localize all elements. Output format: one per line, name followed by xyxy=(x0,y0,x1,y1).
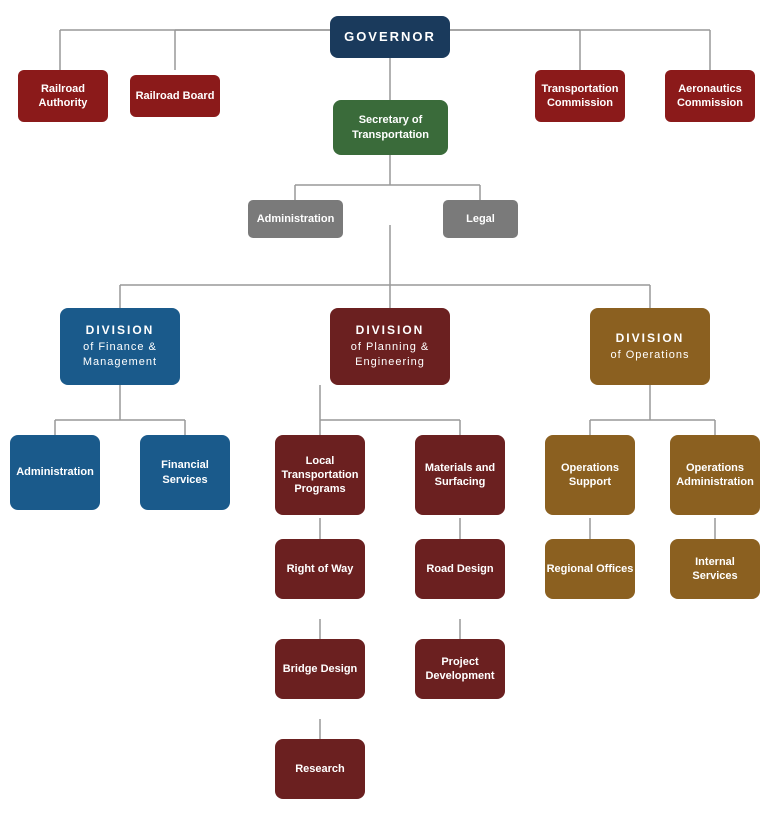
operations-admin-node: OperationsAdministration xyxy=(670,435,760,515)
internal-services-node: InternalServices xyxy=(670,539,760,599)
administration-top-node: Administration xyxy=(248,200,343,238)
governor-node: GOVERNOR xyxy=(330,16,450,58)
aeronautics-commission-node: AeronauticsCommission xyxy=(665,70,755,122)
project-development-node: ProjectDevelopment xyxy=(415,639,505,699)
materials-surfacing-node: Materials andSurfacing xyxy=(415,435,505,515)
bridge-design-node: Bridge Design xyxy=(275,639,365,699)
local-transportation-node: LocalTransportationPrograms xyxy=(275,435,365,515)
org-chart: GOVERNOR RailroadAuthority Railroad Boar… xyxy=(0,0,781,40)
financial-services-node: FinancialServices xyxy=(140,435,230,510)
administration-bottom-node: Administration xyxy=(10,435,100,510)
legal-node: Legal xyxy=(443,200,518,238)
div-operations-node: DIVISIONof Operations xyxy=(590,308,710,385)
railroad-board-node: Railroad Board xyxy=(130,75,220,117)
railroad-authority-node: RailroadAuthority xyxy=(18,70,108,122)
operations-support-node: OperationsSupport xyxy=(545,435,635,515)
road-design-node: Road Design xyxy=(415,539,505,599)
secretary-node: Secretary ofTransportation xyxy=(333,100,448,155)
transportation-commission-node: TransportationCommission xyxy=(535,70,625,122)
div-finance-node: DIVISIONof Finance &Management xyxy=(60,308,180,385)
div-planning-node: DIVISIONof Planning &Engineering xyxy=(330,308,450,385)
right-of-way-node: Right of Way xyxy=(275,539,365,599)
research-node: Research xyxy=(275,739,365,799)
regional-offices-node: Regional Offices xyxy=(545,539,635,599)
